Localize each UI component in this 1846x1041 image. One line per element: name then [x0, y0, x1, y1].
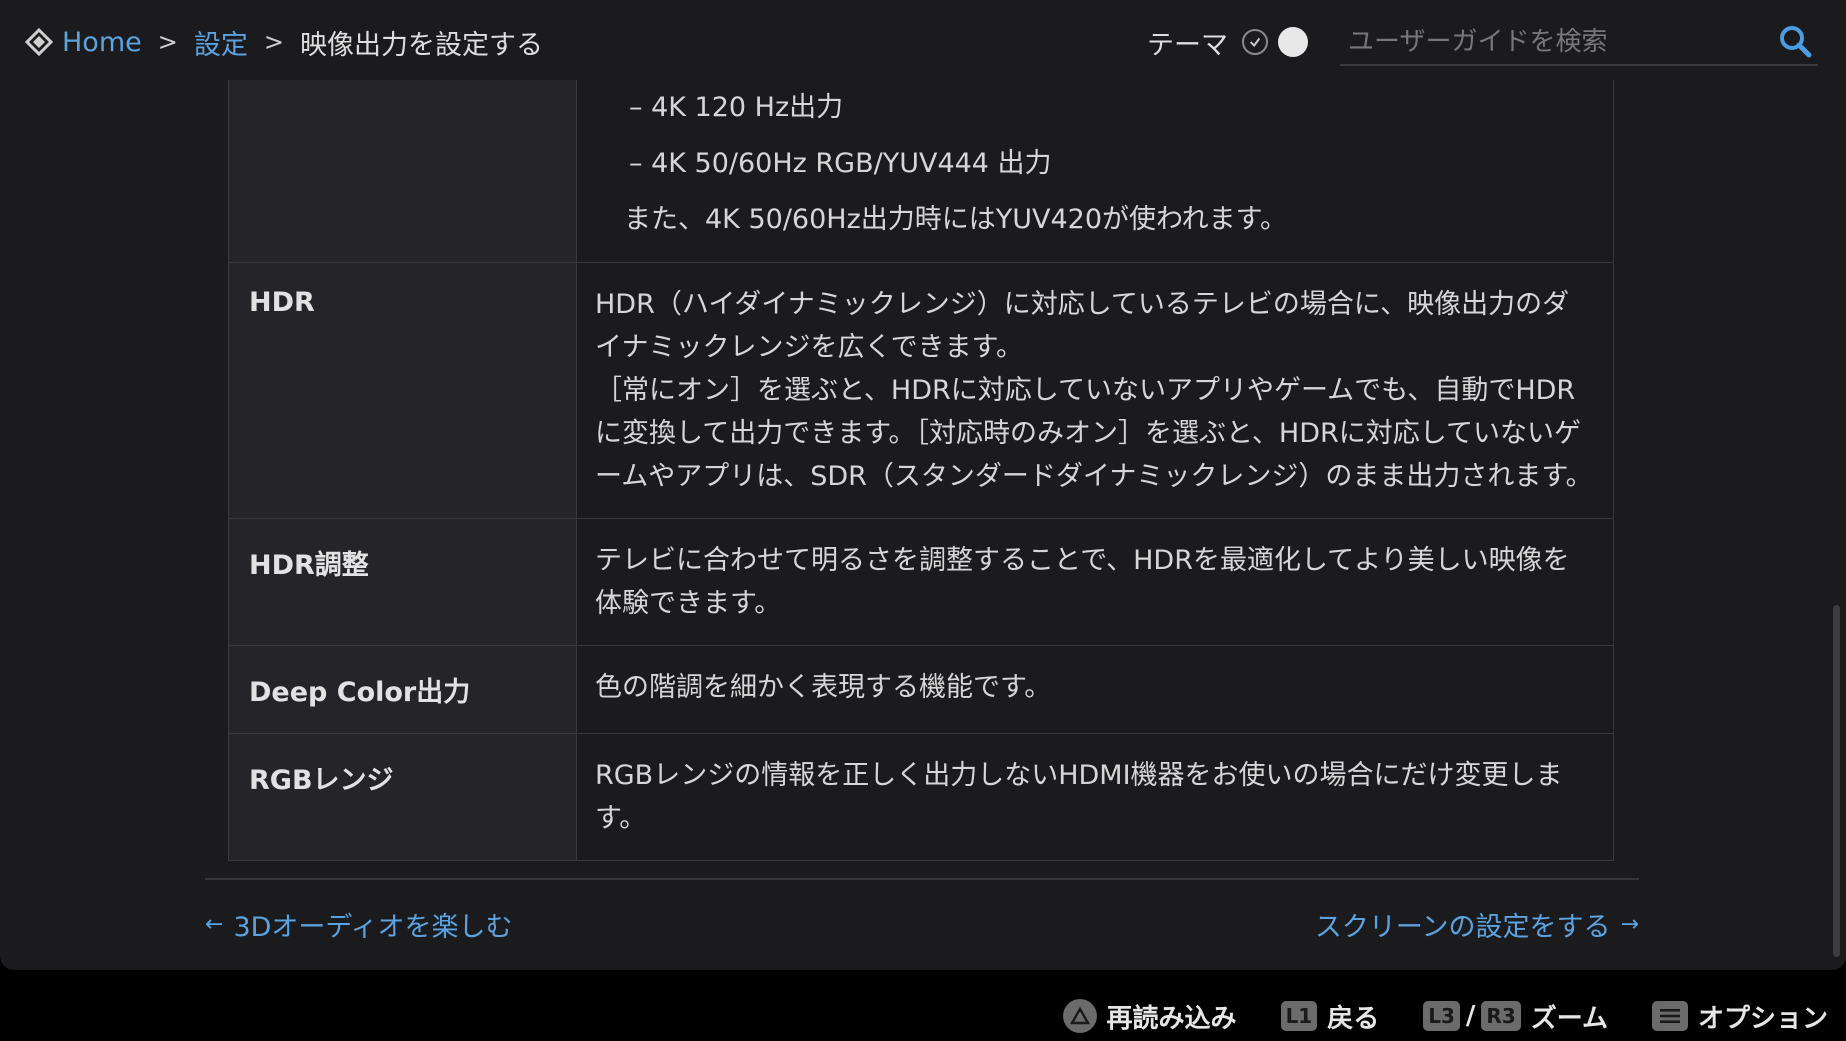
guide-page: Home > 設定 > 映像出力を設定する テーマ ユーザーガイドを検索 – 4… — [0, 0, 1846, 970]
table-row: RGBレンジ RGBレンジの情報を正しく出力しないHDMI機器をお使いの場合にだ… — [229, 733, 1613, 860]
search-input[interactable] — [1346, 20, 1750, 64]
next-page-link[interactable]: スクリーンの設定をする → — [1315, 905, 1639, 944]
controller-hints: 再読み込み L1 戻る L3 / R3 ズーム オプション — [1019, 996, 1828, 1036]
hint-zoom[interactable]: L3 / R3 ズーム — [1423, 998, 1608, 1035]
breadcrumb-separator: > — [157, 28, 178, 56]
description-paragraph: ［常にオン］を選ぶと、HDRに対応していないアプリやゲームでも、自動でHDRに変… — [595, 375, 1593, 492]
table-row: – 4K 120 Hz出力 – 4K 50/60Hz RGB/YUV444 出力… — [229, 68, 1613, 262]
table-row: HDR調整 テレビに合わせて明るさを調整することで、HDRを最適化してより美しい… — [229, 518, 1613, 645]
hint-zoom-separator: / — [1465, 1001, 1476, 1031]
previous-page-link[interactable]: ← 3Dオーディオを楽しむ — [205, 905, 513, 944]
table-header-cell: HDR調整 — [229, 519, 577, 645]
home-icon[interactable] — [24, 27, 54, 57]
hint-reload-label: 再読み込み — [1106, 1003, 1237, 1034]
hint-back-label: 戻る — [1327, 1003, 1380, 1034]
description-paragraph: HDR（ハイダイナミックレンジ）に対応しているテレビの場合に、映像出力のダイナミ… — [595, 289, 1570, 363]
hint-reload[interactable]: 再読み込み — [1062, 998, 1237, 1035]
hint-options-label: オプション — [1697, 1003, 1828, 1034]
table-header-cell: Deep Color出力 — [229, 646, 577, 733]
table-description-cell: HDR（ハイダイナミックレンジ）に対応しているテレビの場合に、映像出力のダイナミ… — [577, 263, 1613, 518]
search-icon[interactable] — [1778, 24, 1812, 58]
continued-line: – 4K 120 Hz出力 — [629, 92, 844, 123]
table-description-cell: – 4K 120 Hz出力 – 4K 50/60Hz RGB/YUV444 出力… — [577, 68, 1613, 262]
table-header-cell: RGBレンジ — [229, 734, 577, 860]
header: Home > 設定 > 映像出力を設定する テーマ — [0, 0, 1846, 80]
l3-button-icon: L3 — [1423, 1001, 1460, 1031]
breadcrumb-settings-link[interactable]: 設定 — [194, 23, 248, 62]
table-header-cell: HDR — [229, 263, 577, 518]
triangle-button-icon — [1062, 999, 1097, 1033]
table-row: HDR HDR（ハイダイナミックレンジ）に対応しているテレビの場合に、映像出力の… — [229, 262, 1613, 518]
theme-switcher: テーマ — [1147, 22, 1308, 62]
breadcrumb-separator: > — [263, 28, 284, 56]
hint-options[interactable]: オプション — [1651, 998, 1828, 1035]
arrow-right-icon: → — [1620, 912, 1639, 937]
arrow-left-icon: ← — [205, 912, 224, 937]
description-paragraph: 色の階調を細かく表現する機能です。 — [595, 672, 1052, 703]
theme-toggle[interactable] — [1242, 27, 1308, 57]
theme-label: テーマ — [1147, 29, 1228, 61]
settings-table: – 4K 120 Hz出力 – 4K 50/60Hz RGB/YUV444 出力… — [228, 68, 1614, 861]
table-description-cell: RGBレンジの情報を正しく出力しないHDMI機器をお使いの場合にだけ変更します。 — [577, 734, 1613, 860]
table-description-cell: 色の階調を細かく表現する機能です。 — [577, 646, 1613, 733]
table-description-cell: テレビに合わせて明るさを調整することで、HDRを最適化してより美しい映像を体験で… — [577, 519, 1613, 645]
breadcrumb: Home > 設定 > 映像出力を設定する — [24, 22, 543, 62]
check-icon — [1242, 29, 1268, 55]
hint-back[interactable]: L1 戻る — [1280, 998, 1380, 1035]
hint-zoom-label: ズーム — [1530, 1003, 1608, 1034]
next-page-label: スクリーンの設定をする — [1314, 912, 1611, 943]
continued-line: また、4K 50/60Hz出力時にはYUV420が使われます。 — [624, 204, 1287, 235]
toggle-knob — [1278, 27, 1308, 57]
r3-button-icon: R3 — [1481, 1001, 1521, 1031]
options-button-icon — [1651, 1001, 1688, 1031]
search-box — [1340, 20, 1818, 66]
breadcrumb-current: 映像出力を設定する — [299, 29, 543, 61]
previous-page-label: 3Dオーディオを楽しむ — [233, 912, 513, 943]
continued-line: – 4K 50/60Hz RGB/YUV444 出力 — [629, 148, 1052, 179]
description-paragraph: テレビに合わせて明るさを調整することで、HDRを最適化してより美しい映像を体験で… — [595, 545, 1570, 619]
description-paragraph: RGBレンジの情報を正しく出力しないHDMI機器をお使いの場合にだけ変更します。 — [595, 760, 1563, 834]
footer-divider — [205, 878, 1639, 880]
breadcrumb-home-link[interactable]: Home — [62, 27, 142, 58]
scrollbar[interactable] — [1833, 605, 1840, 957]
table-header-cell — [229, 68, 577, 262]
table-row: Deep Color出力 色の階調を細かく表現する機能です。 — [229, 645, 1613, 733]
l1-button-icon: L1 — [1280, 1001, 1318, 1031]
